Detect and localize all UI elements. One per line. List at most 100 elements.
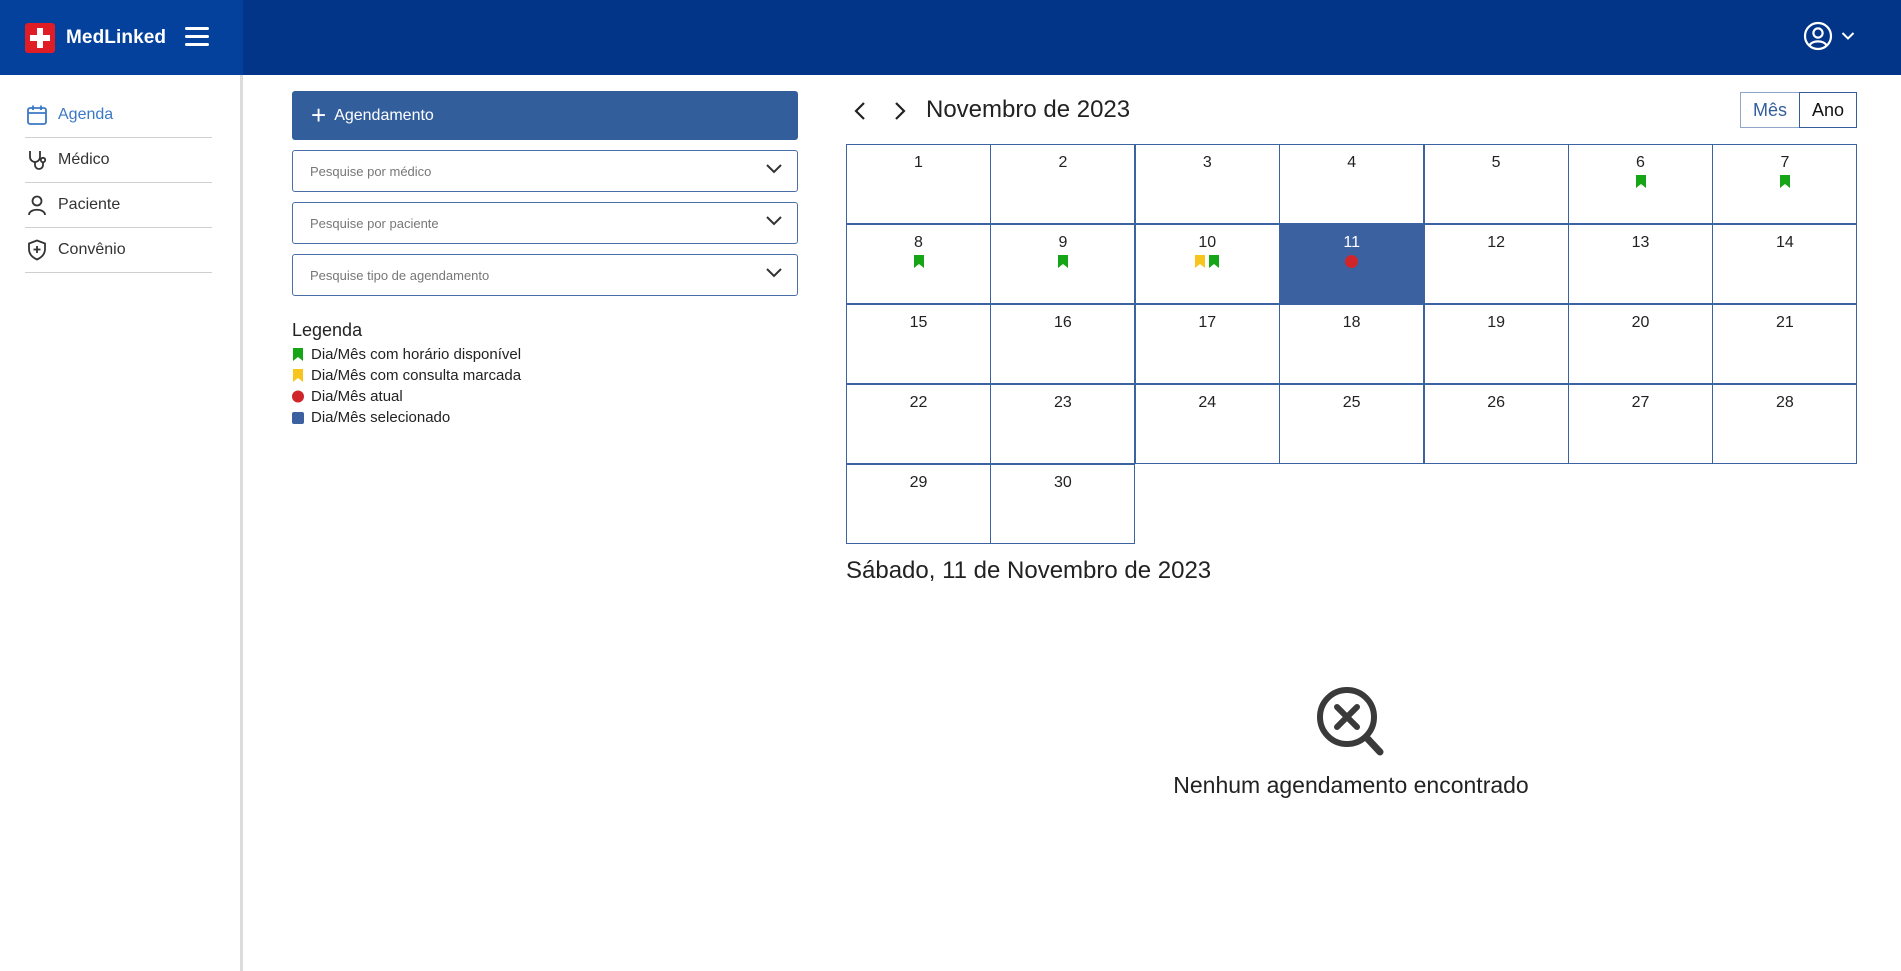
selected-day-title: Sábado, 11 de Novembro de 2023	[846, 557, 1212, 584]
calendar-day-cell[interactable]: 28	[1712, 384, 1858, 464]
calendar-day-markers	[847, 255, 990, 273]
chevron-down-icon	[1841, 32, 1855, 40]
calendar-day-cell[interactable]: 19	[1423, 304, 1569, 384]
calendar-day-number: 7	[1780, 154, 1790, 171]
calendar-day-cell[interactable]: 5	[1423, 144, 1569, 224]
sidebar-item-paciente[interactable]: Paciente	[25, 183, 212, 228]
calendar-day-cell[interactable]: 13	[1568, 224, 1713, 304]
calendar-day-number: 28	[1775, 394, 1794, 411]
patient-filter-select[interactable]: Pesquise por paciente	[292, 202, 798, 244]
calendar-day-cell[interactable]: 23	[990, 384, 1136, 464]
calendar-day-number: 21	[1775, 314, 1794, 331]
red-dot-icon	[1345, 255, 1359, 273]
calendar-day-number: 16	[1053, 314, 1072, 331]
calendar-day-number: 2	[1058, 154, 1068, 171]
calendar-day-number: 6	[1636, 154, 1645, 171]
chevron-left-icon[interactable]	[850, 100, 872, 122]
calendar-day-markers	[1136, 255, 1279, 273]
calendar-day-cell[interactable]: 10	[1134, 224, 1280, 304]
plus-icon: +	[311, 99, 327, 130]
blue-square-icon	[292, 411, 304, 424]
calendar-day-cell[interactable]: 18	[1279, 304, 1425, 384]
appointment-type-filter-select[interactable]: Pesquise tipo de agendamento	[292, 254, 798, 296]
month-title: Novembro de 2023	[926, 96, 1131, 123]
calendar-day-cell[interactable]: 3	[1134, 144, 1280, 224]
green-bookmark-icon	[1635, 175, 1646, 193]
calendar-day-number: 23	[1053, 394, 1072, 411]
sidebar-item-medico[interactable]: Médico	[25, 138, 212, 183]
calendar-day-cell[interactable]: 27	[1568, 384, 1713, 464]
yellow-bookmark-icon	[1195, 255, 1206, 273]
legend-item-label: Dia/Mês atual	[311, 388, 403, 405]
calendar-day-cell[interactable]: 11	[1279, 224, 1425, 304]
chevron-down-icon	[766, 164, 782, 174]
yellow-bookmark-icon	[292, 369, 304, 382]
sidebar-item-agenda[interactable]: Agenda	[25, 93, 212, 138]
calendar-day-number: 14	[1775, 234, 1794, 251]
calendar-day-cell[interactable]: 25	[1279, 384, 1425, 464]
medical-cross-logo-icon	[25, 22, 55, 53]
add-appointment-button[interactable]: + Agendamento	[292, 91, 798, 140]
calendar-header: Novembro de 2023 Mês Ano	[846, 92, 1857, 132]
calendar-day-cell[interactable]: 7	[1712, 144, 1858, 224]
calendar-day-cell[interactable]: 12	[1423, 224, 1569, 304]
sidebar-item-convenio[interactable]: Convênio	[25, 228, 212, 273]
sidebar-item-label: Convênio	[58, 241, 126, 258]
calendar-icon	[25, 103, 49, 127]
calendar-day-number: 5	[1491, 154, 1501, 171]
calendar-day-markers	[991, 255, 1134, 273]
sidebar: Agenda Médico Paciente Convênio	[0, 75, 243, 971]
doctor-filter-placeholder: Pesquise por médico	[310, 163, 432, 179]
red-dot-icon	[292, 390, 304, 403]
calendar-day-cell[interactable]: 29	[846, 464, 991, 544]
calendar-day-number: 24	[1198, 394, 1217, 411]
calendar-day-number: 9	[1058, 234, 1068, 251]
calendar-day-number: 15	[909, 314, 928, 331]
calendar-day-number: 1	[914, 154, 923, 171]
calendar-day-cell[interactable]: 6	[1568, 144, 1713, 224]
calendar-day-markers	[1569, 175, 1712, 193]
calendar-day-cell[interactable]: 1	[846, 144, 991, 224]
calendar-day-number: 10	[1198, 234, 1217, 251]
legend-item-label: Dia/Mês selecionado	[311, 409, 451, 426]
calendar-day-number: 25	[1342, 394, 1361, 411]
calendar-day-number: 12	[1487, 234, 1505, 251]
view-year-button[interactable]: Ano	[1798, 92, 1857, 128]
calendar-day-number: 29	[909, 474, 928, 491]
top-bar: MedLinked	[0, 0, 1901, 75]
doctor-filter-select[interactable]: Pesquise por médico	[292, 150, 798, 192]
calendar-day-cell[interactable]: 24	[1134, 384, 1280, 464]
user-icon	[25, 193, 49, 217]
calendar-day-cell[interactable]: 20	[1568, 304, 1713, 384]
add-appointment-label: Agendamento	[334, 106, 434, 124]
calendar-day-cell[interactable]: 14	[1712, 224, 1858, 304]
calendar-day-cell[interactable]: 9	[990, 224, 1136, 304]
chevron-down-icon	[766, 216, 782, 226]
calendar-day-cell[interactable]: 26	[1423, 384, 1569, 464]
calendar-day-cell[interactable]: 17	[1134, 304, 1280, 384]
legend-title: Legenda	[292, 320, 363, 340]
patient-filter-placeholder: Pesquise por paciente	[310, 215, 439, 231]
calendar-day-cell[interactable]: 8	[846, 224, 991, 304]
hamburger-icon[interactable]	[185, 26, 209, 47]
view-toggle: Mês Ano	[1739, 92, 1857, 128]
calendar-day-cell[interactable]: 2	[990, 144, 1136, 224]
calendar-day-cell[interactable]: 30	[990, 464, 1136, 544]
calendar-day-number: 4	[1347, 154, 1357, 171]
shield-plus-icon	[25, 238, 49, 262]
calendar-day-cell[interactable]: 15	[846, 304, 991, 384]
green-bookmark-icon	[913, 255, 924, 273]
calendar-day-number: 18	[1342, 314, 1361, 331]
calendar-day-markers	[1713, 175, 1856, 193]
calendar-day-cell[interactable]: 4	[1279, 144, 1425, 224]
legend-item-selected: Dia/Mês selecionado	[292, 407, 521, 428]
chevron-right-icon[interactable]	[888, 100, 910, 122]
view-month-button[interactable]: Mês	[1739, 92, 1800, 128]
user-menu[interactable]	[1803, 21, 1855, 51]
calendar-day-cell[interactable]: 21	[1712, 304, 1858, 384]
legend-item-label: Dia/Mês com consulta marcada	[311, 367, 522, 384]
sidebar-nav: Agenda Médico Paciente Convênio	[25, 93, 212, 273]
green-bookmark-icon	[292, 348, 304, 361]
calendar-day-cell[interactable]: 22	[846, 384, 991, 464]
calendar-day-cell[interactable]: 16	[990, 304, 1136, 384]
